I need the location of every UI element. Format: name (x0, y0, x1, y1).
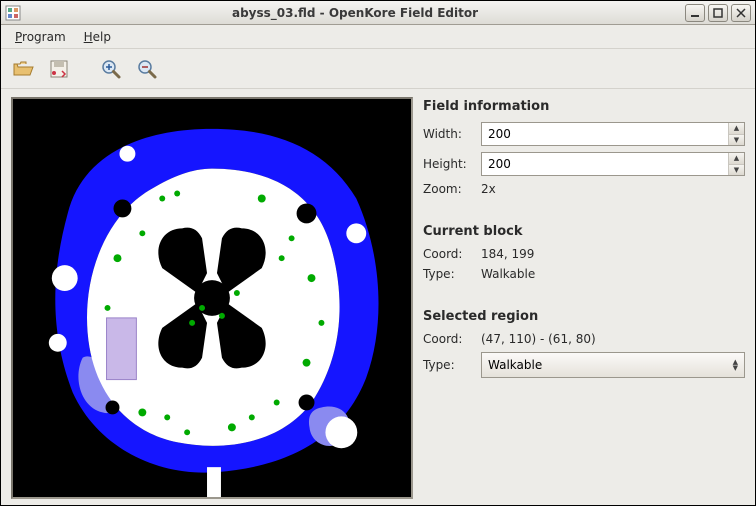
toolbar (1, 49, 755, 89)
zoom-value: 2x (481, 182, 496, 196)
window-buttons (685, 4, 751, 22)
zoom-in-button[interactable] (97, 55, 125, 83)
main-window: abyss_03.fld - OpenKore Field Editor Pro… (0, 0, 756, 506)
height-spinbox[interactable]: ▲ ▼ (481, 152, 745, 176)
block-type-value: Walkable (481, 267, 535, 281)
minimize-button[interactable] (685, 4, 705, 22)
map-viewport[interactable] (11, 97, 413, 499)
open-button[interactable] (9, 55, 37, 83)
combo-arrow-icon: ▲▼ (733, 360, 738, 371)
zoom-out-icon (136, 58, 158, 80)
width-input[interactable] (482, 123, 728, 145)
maximize-button[interactable] (708, 4, 728, 22)
block-coord-value: 184, 199 (481, 247, 534, 261)
height-label: Height: (423, 157, 481, 171)
height-spin-down[interactable]: ▼ (729, 165, 744, 176)
height-input[interactable] (482, 153, 728, 175)
menubar: Program Help (1, 25, 755, 49)
width-spinbox[interactable]: ▲ ▼ (481, 122, 745, 146)
content-area: Field information Width: ▲ ▼ Height: ▲ (1, 89, 755, 505)
block-type-label: Type: (423, 267, 481, 281)
window-title: abyss_03.fld - OpenKore Field Editor (25, 6, 685, 20)
block-coord-label: Coord: (423, 247, 481, 261)
menu-program-label: rogram (22, 30, 66, 44)
menu-help-label: elp (93, 30, 111, 44)
selected-region-heading: Selected region (423, 309, 745, 324)
region-type-selected: Walkable (488, 358, 542, 372)
width-spin-down[interactable]: ▼ (729, 135, 744, 146)
side-panel: Field information Width: ▲ ▼ Height: ▲ (423, 97, 745, 495)
field-map (13, 99, 411, 497)
app-icon (5, 5, 21, 21)
current-block-heading: Current block (423, 224, 745, 239)
region-type-label: Type: (423, 358, 481, 372)
close-button[interactable] (731, 4, 751, 22)
region-type-combo[interactable]: Walkable ▲▼ (481, 352, 745, 378)
save-button[interactable] (45, 55, 73, 83)
width-spin-up[interactable]: ▲ (729, 123, 744, 135)
field-info-heading: Field information (423, 99, 745, 114)
width-label: Width: (423, 127, 481, 141)
region-coord-value: (47, 110) - (61, 80) (481, 332, 596, 346)
folder-open-icon (12, 58, 34, 80)
menu-help[interactable]: Help (76, 27, 119, 47)
titlebar[interactable]: abyss_03.fld - OpenKore Field Editor (1, 1, 755, 25)
zoom-out-button[interactable] (133, 55, 161, 83)
height-spin-up[interactable]: ▲ (729, 153, 744, 165)
save-icon (48, 58, 70, 80)
region-coord-label: Coord: (423, 332, 481, 346)
menu-program[interactable]: Program (7, 27, 74, 47)
zoom-label: Zoom: (423, 182, 481, 196)
zoom-in-icon (100, 58, 122, 80)
